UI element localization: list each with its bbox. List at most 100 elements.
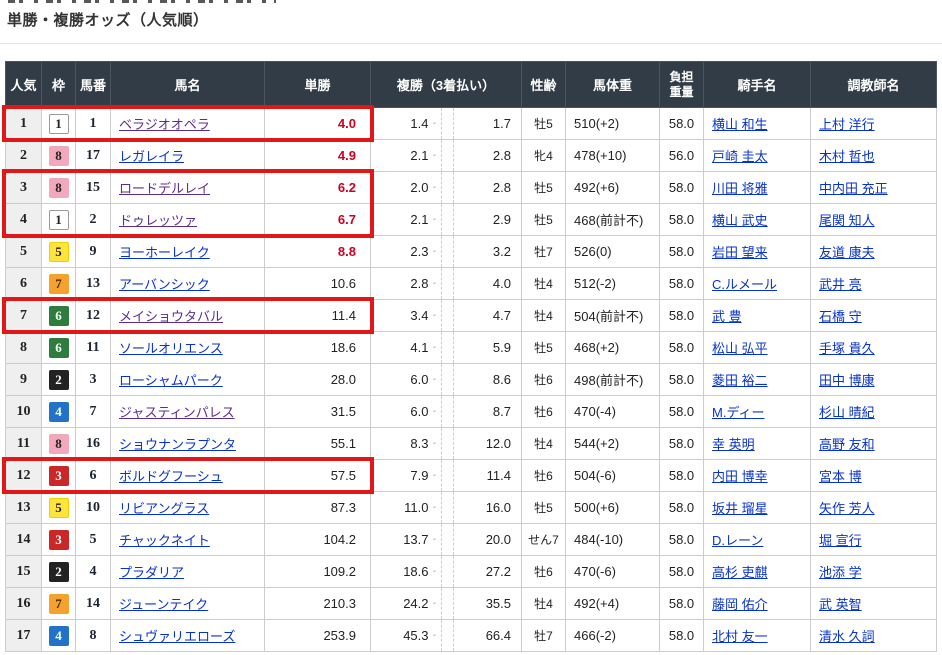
frame-cell: 7 [42, 588, 76, 620]
trainer-link[interactable]: 矢作 芳人 [819, 501, 875, 516]
horse-number: 6 [76, 460, 111, 492]
trainer-cell: 田中 博康 [811, 364, 937, 396]
horse-name-link[interactable]: チャックネイト [119, 533, 210, 548]
trainer-link[interactable]: 杉山 晴紀 [819, 405, 875, 420]
place-odds-high: 8.7 [454, 404, 522, 419]
trainer-cell: 杉山 晴紀 [811, 396, 937, 428]
place-odds-cell: 8.3 - 12.0 [371, 428, 522, 460]
horse-name-link[interactable]: ショウナンラプンタ [119, 437, 236, 452]
popularity-rank: 11 [6, 428, 42, 460]
horse-name-link[interactable]: ローシャムパーク [119, 373, 223, 388]
popularity-rank: 14 [6, 524, 42, 556]
frame-cell: 5 [42, 236, 76, 268]
trainer-link[interactable]: 清水 久詞 [819, 629, 875, 644]
place-odds-low: 1.4 [371, 116, 429, 131]
horse-name-link[interactable]: メイショウタバル [119, 309, 223, 324]
jockey-link[interactable]: 内田 博幸 [712, 469, 768, 484]
horse-name-link[interactable]: リビアングラス [119, 501, 209, 516]
jockey-link[interactable]: D.レーン [712, 533, 763, 548]
jockey-link[interactable]: 横山 武史 [712, 213, 768, 228]
horse-weight: 466(-2) [566, 620, 660, 652]
horse-name-link[interactable]: ボルドグフーシュ [119, 469, 223, 484]
jockey-link[interactable]: 菱田 裕二 [712, 373, 768, 388]
jockey-link[interactable]: 藤岡 佑介 [712, 597, 768, 612]
place-odds-cell: 4.1 - 5.9 [371, 332, 522, 364]
trainer-cell: 宮本 博 [811, 460, 937, 492]
horse-weight: 470(-6) [566, 556, 660, 588]
place-odds-low: 2.0 [371, 180, 429, 195]
horse-name-link[interactable]: ジャスティンパレス [119, 405, 235, 420]
place-odds-cell: 6.0 - 8.7 [371, 396, 522, 428]
horse-name-link[interactable]: アーバンシック [119, 277, 210, 292]
place-odds-cell: 18.6 - 27.2 [371, 556, 522, 588]
trainer-link[interactable]: 高野 友和 [819, 437, 875, 452]
horse-name-link[interactable]: ジューンテイク [119, 597, 208, 612]
jockey-link[interactable]: 松山 弘平 [712, 341, 768, 356]
header-horse-name: 馬名 [111, 62, 265, 108]
trainer-cell: 堀 宣行 [811, 524, 937, 556]
jockey-cell: 武 豊 [704, 300, 811, 332]
sex-age: 牡5 [522, 108, 566, 140]
frame-number-badge: 4 [49, 626, 69, 646]
horse-name-link[interactable]: ドゥレッツァ [119, 213, 197, 228]
jockey-link[interactable]: 川田 将雅 [712, 181, 768, 196]
place-odds-divider [441, 620, 454, 651]
place-odds-low: 7.9 [371, 468, 429, 483]
jockey-link[interactable]: 幸 英明 [712, 437, 755, 452]
place-odds-high: 2.8 [454, 148, 522, 163]
jockey-link[interactable]: M.ディー [712, 405, 765, 420]
header-carried-weight-line1: 負担 [660, 70, 703, 84]
place-odds-divider [441, 332, 454, 363]
jockey-link[interactable]: 北村 友一 [712, 629, 768, 644]
horse-name-link[interactable]: ヨーホーレイク [119, 245, 210, 260]
place-odds-high: 3.2 [454, 244, 522, 259]
horse-name-link[interactable]: シュヴァリエローズ [119, 629, 235, 644]
trainer-link[interactable]: 上村 洋行 [819, 117, 875, 132]
table-row: 13 5 10 リビアングラス 87.3 11.0 - 16.0 牡5 500(… [6, 492, 937, 524]
trainer-link[interactable]: 田中 博康 [819, 373, 875, 388]
horse-number: 5 [76, 524, 111, 556]
horse-name-link[interactable]: プラダリア [119, 565, 184, 580]
trainer-link[interactable]: 石橋 守 [819, 309, 862, 324]
horse-weight: 468(前計不) [566, 204, 660, 236]
trainer-link[interactable]: 池添 学 [819, 565, 862, 580]
trainer-link[interactable]: 堀 宣行 [819, 533, 862, 548]
frame-number-badge: 2 [49, 370, 69, 390]
place-odds-dash: - [429, 214, 441, 225]
horse-name-link[interactable]: ロードデルレイ [119, 181, 210, 196]
trainer-link[interactable]: 友道 康夫 [819, 245, 875, 260]
jockey-link[interactable]: 高杉 吏麒 [712, 565, 768, 580]
sex-age: 牡4 [522, 300, 566, 332]
jockey-link[interactable]: 戸崎 圭太 [712, 149, 768, 164]
jockey-link[interactable]: 岩田 望来 [712, 245, 768, 260]
carried-weight: 58.0 [660, 396, 704, 428]
table-header-row: 人気 枠 馬番 馬名 単勝 複勝（3着払い） 性齢 馬体重 負担 重量 騎手名 … [6, 62, 937, 108]
frame-number-badge: 7 [49, 594, 69, 614]
horse-number: 8 [76, 620, 111, 652]
trainer-link[interactable]: 手塚 貴久 [819, 341, 875, 356]
frame-number-badge: 6 [49, 338, 69, 358]
win-odds: 10.6 [265, 268, 371, 300]
trainer-link[interactable]: 武井 亮 [819, 277, 862, 292]
horse-number: 14 [76, 588, 111, 620]
jockey-link[interactable]: 坂井 瑠星 [712, 501, 768, 516]
trainer-link[interactable]: 尾関 知人 [819, 213, 875, 228]
table-row: 11 8 16 ショウナンラプンタ 55.1 8.3 - 12.0 牡4 544… [6, 428, 937, 460]
horse-name-link[interactable]: ソールオリエンス [119, 341, 223, 356]
popularity-rank: 9 [6, 364, 42, 396]
jockey-link[interactable]: 武 豊 [712, 309, 742, 324]
horse-name-link[interactable]: レガレイラ [119, 149, 184, 164]
trainer-link[interactable]: 宮本 博 [819, 469, 862, 484]
trainer-link[interactable]: 武 英智 [819, 597, 862, 612]
jockey-link[interactable]: C.ルメール [712, 277, 777, 292]
place-odds-dash: - [429, 118, 441, 129]
horse-weight: 468(+2) [566, 332, 660, 364]
trainer-link[interactable]: 木村 哲也 [819, 149, 875, 164]
horse-name-link[interactable]: ベラジオオペラ [119, 117, 210, 132]
trainer-link[interactable]: 中内田 充正 [819, 181, 888, 196]
place-odds-high: 5.9 [454, 340, 522, 355]
horse-number: 1 [76, 108, 111, 140]
sex-age: 牡4 [522, 428, 566, 460]
jockey-link[interactable]: 横山 和生 [712, 117, 768, 132]
table-row: 14 3 5 チャックネイト 104.2 13.7 - 20.0 せん7 484… [6, 524, 937, 556]
